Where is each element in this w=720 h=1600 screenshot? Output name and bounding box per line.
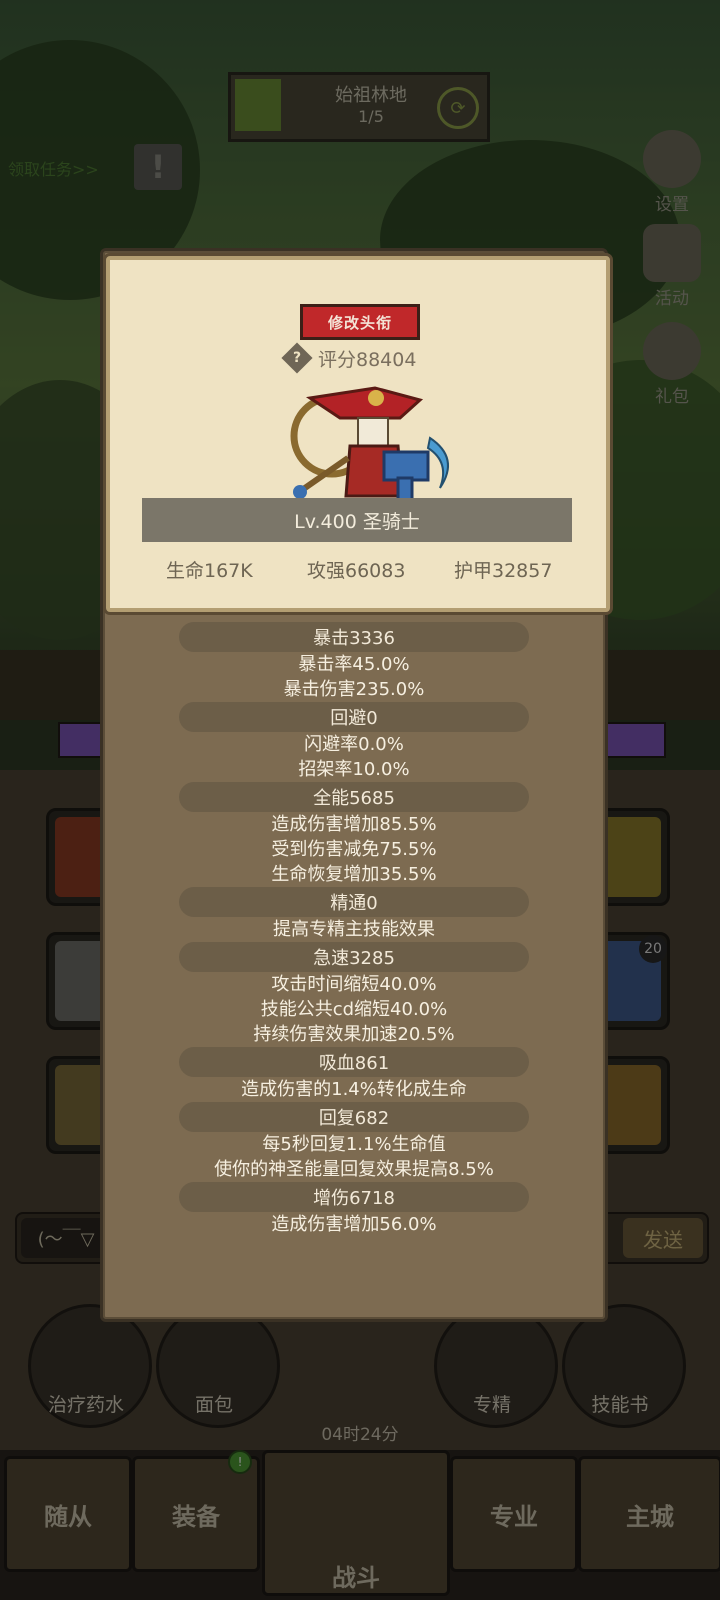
stat-group-regen: 回复682 每5秒回复1.1%生命值 使你的神圣能量回复效果提高8.5% <box>100 1102 608 1182</box>
stat-header: 回避0 <box>179 702 529 732</box>
stat-line: 造成伤害增加56.0% <box>271 1214 437 1235</box>
stat-line: 暴击伤害235.0% <box>283 679 425 700</box>
level-class-bar: Lv.400 圣骑士 <box>142 498 572 542</box>
attack-power-stat: 攻强66083 <box>307 560 406 582</box>
armor-stat: 护甲32857 <box>454 560 553 582</box>
stat-line: 招架率10.0% <box>298 759 410 780</box>
stat-group-crit: 暴击3336 暴击率45.0% 暴击伤害235.0% <box>100 622 608 702</box>
stat-group-mastery: 精通0 提高专精主技能效果 <box>100 887 608 942</box>
stat-line: 提高专精主技能效果 <box>273 919 435 940</box>
character-stats-modal: 修改头衔 ? 评分88404 Lv.400 圣骑士 生命167K 攻强66083… <box>100 248 610 1322</box>
stat-line: 生命恢复增加35.5% <box>271 864 437 885</box>
stat-header: 急速3285 <box>179 942 529 972</box>
stat-group-avoidance: 回避0 闪避率0.0% 招架率10.0% <box>100 702 608 782</box>
stat-group-haste: 急速3285 攻击时间缩短40.0% 技能公共cd缩短40.0% 持续伤害效果加… <box>100 942 608 1047</box>
score-value: 评分88404 <box>318 348 417 371</box>
help-icon[interactable]: ? <box>281 342 313 374</box>
stat-header: 精通0 <box>179 887 529 917</box>
stat-line: 暴击率45.0% <box>298 654 410 675</box>
stat-line: 闪避率0.0% <box>304 734 404 755</box>
stat-header: 吸血861 <box>179 1047 529 1077</box>
stat-line: 受到伤害减免75.5% <box>271 839 437 860</box>
stat-list: 暴击3336 暴击率45.0% 暴击伤害235.0% 回避0 闪避率0.0% 招… <box>100 622 608 1237</box>
health-stat: 生命167K <box>166 560 253 582</box>
stat-line: 使你的神圣能量回复效果提高8.5% <box>214 1159 494 1180</box>
stat-header: 全能5685 <box>179 782 529 812</box>
stat-line: 每5秒回复1.1%生命值 <box>262 1134 446 1155</box>
stat-line: 攻击时间缩短40.0% <box>271 974 437 995</box>
stat-line: 造成伤害的1.4%转化成生命 <box>241 1079 467 1100</box>
character-portrait <box>290 386 449 510</box>
stat-header: 增伤6718 <box>179 1182 529 1212</box>
stat-group-lifesteal: 吸血861 造成伤害的1.4%转化成生命 <box>100 1047 608 1102</box>
character-card: 修改头衔 ? 评分88404 Lv.400 圣骑士 生命167K 攻强66083… <box>106 256 610 612</box>
stat-header: 回复682 <box>179 1102 529 1132</box>
stat-line: 技能公共cd缩短40.0% <box>260 999 448 1020</box>
stat-line: 造成伤害增加85.5% <box>271 814 437 835</box>
stat-header: 暴击3336 <box>179 622 529 652</box>
stat-group-damage-bonus: 增伤6718 造成伤害增加56.0% <box>100 1182 608 1237</box>
change-title-button[interactable]: 修改头衔 <box>300 304 420 340</box>
score-row: ? 评分88404 <box>281 342 417 374</box>
stat-group-versatility: 全能5685 造成伤害增加85.5% 受到伤害减免75.5% 生命恢复增加35.… <box>100 782 608 887</box>
stat-line: 持续伤害效果加速20.5% <box>253 1024 455 1045</box>
